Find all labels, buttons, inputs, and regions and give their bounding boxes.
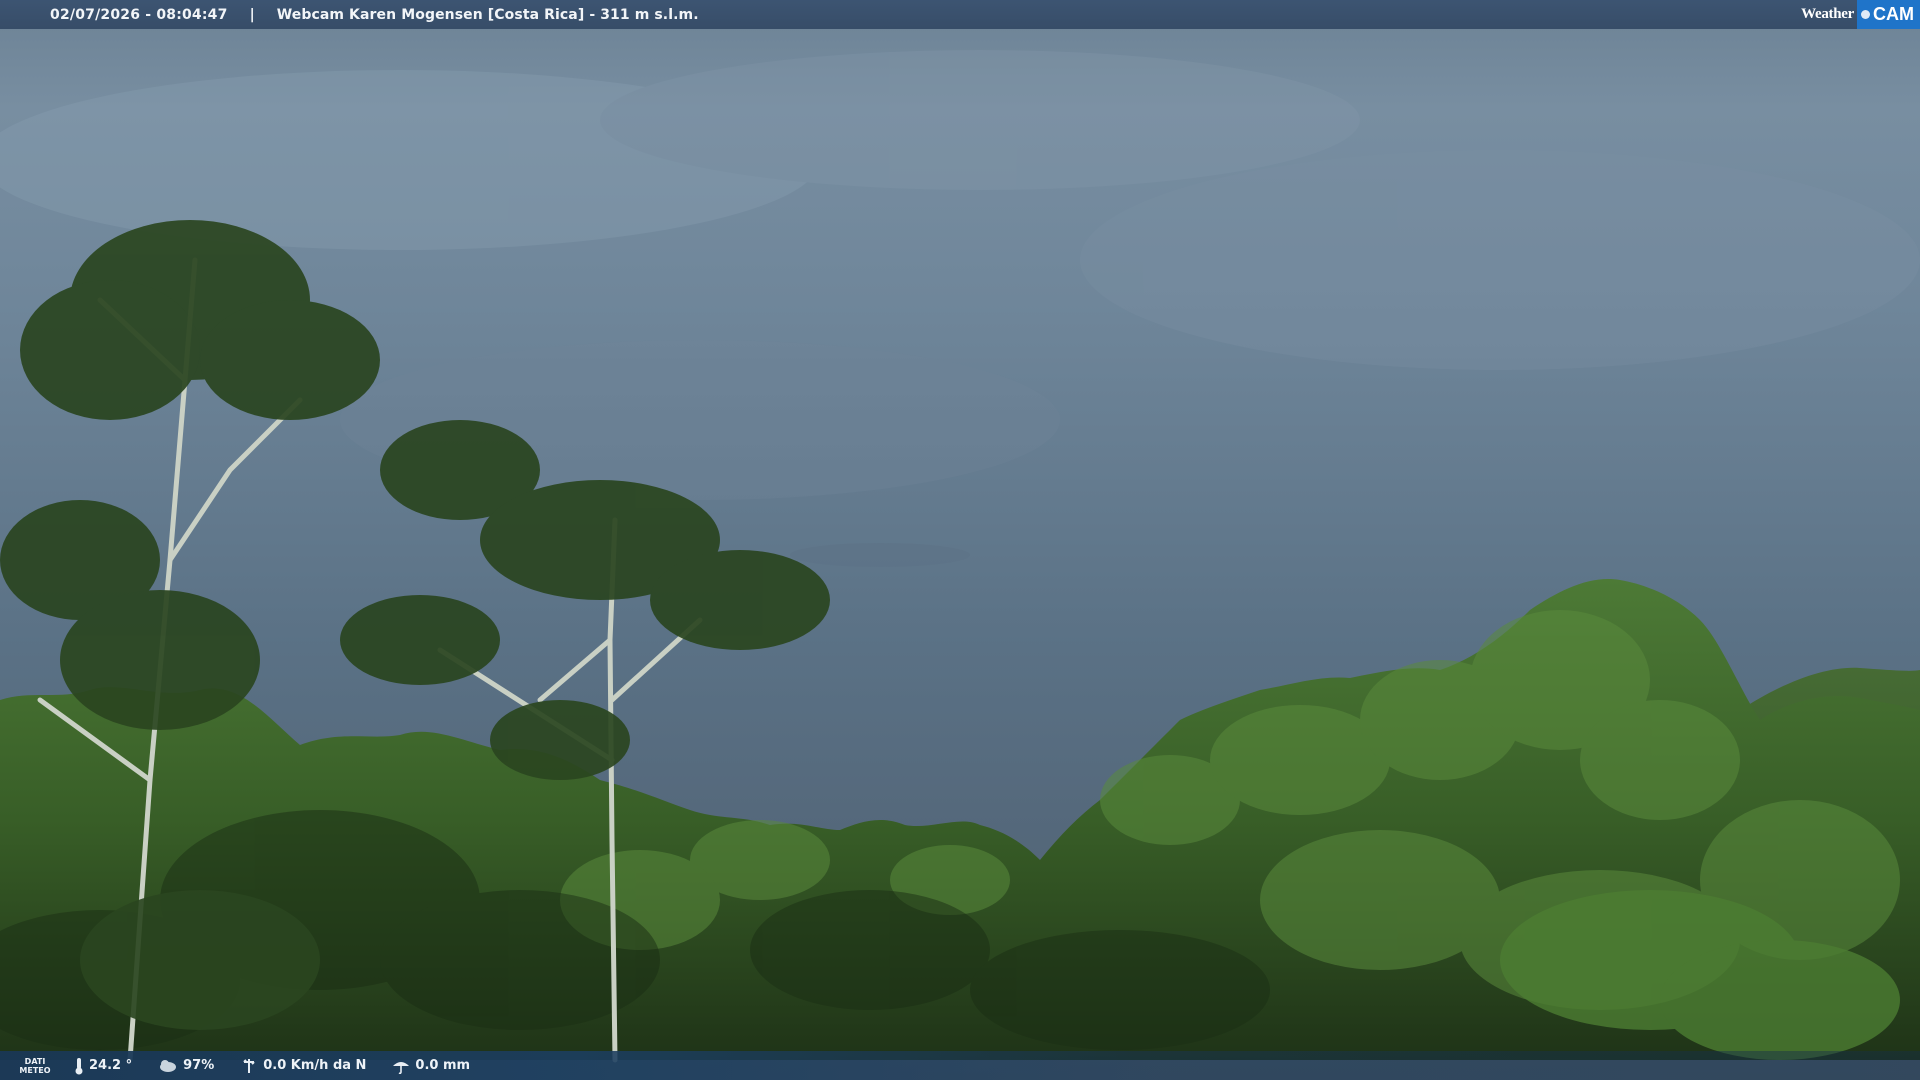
umbrella-icon	[393, 1061, 410, 1074]
humidity-value: 97%	[183, 1058, 215, 1073]
meteo-label: DATI METEO	[18, 1057, 52, 1075]
logo-text-weather: Weather	[1801, 6, 1854, 22]
header-separator: |	[249, 6, 255, 23]
meteo-label-line1: DATI	[24, 1056, 46, 1066]
rain-value: 0.0 mm	[415, 1058, 471, 1073]
temperature-value: 24.2 °	[89, 1058, 133, 1073]
logo-dot-icon	[1861, 10, 1870, 19]
webcam-title: Webcam Karen Mogensen [Costa Rica] - 311…	[276, 6, 699, 23]
meteo-data-bar: DATI METEO 24.2 ° 97% 0.0 Km/h da N 0.0 …	[0, 1051, 1920, 1080]
weathercam-logo[interactable]: Weather CAM	[1801, 0, 1920, 29]
wind-reading: 0.0 Km/h da N	[240, 1057, 366, 1075]
wind-value: 0.0 Km/h da N	[263, 1058, 367, 1073]
rain-reading: 0.0 mm	[392, 1058, 470, 1074]
meteo-label-line2: METEO	[19, 1065, 51, 1075]
humidity-cloud-icon	[160, 1059, 177, 1072]
landscape-image	[0, 50, 1920, 1063]
logo-cam-badge: CAM	[1857, 0, 1920, 29]
logo-text-cam: CAM	[1873, 4, 1914, 24]
top-info-bar: 02/07/2026 - 08:04:47 | Webcam Karen Mog…	[0, 0, 1920, 29]
thermometer-icon	[75, 1057, 83, 1074]
temperature-reading: 24.2 °	[74, 1057, 132, 1075]
datetime-text: 02/07/2026 - 08:04:47	[50, 6, 228, 23]
humidity-reading: 97%	[158, 1058, 214, 1074]
wind-vane-icon	[243, 1058, 255, 1073]
webcam-frame: 02/07/2026 - 08:04:47 | Webcam Karen Mog…	[0, 0, 1920, 1080]
